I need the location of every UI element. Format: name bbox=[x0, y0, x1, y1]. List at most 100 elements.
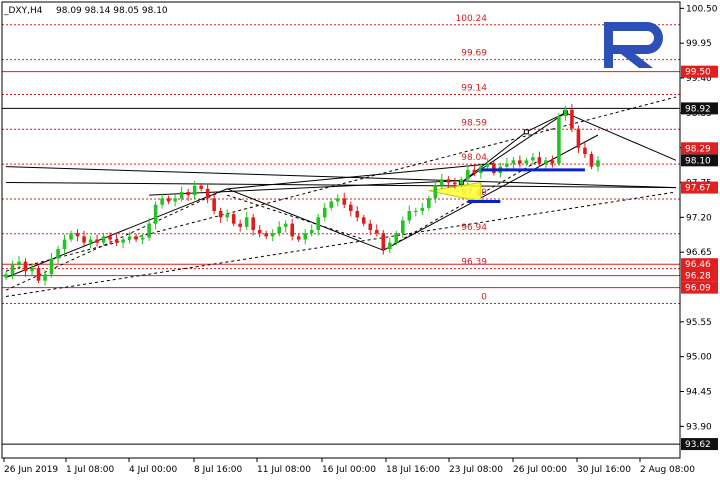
candle-bear bbox=[218, 211, 223, 218]
candle-bull bbox=[531, 157, 535, 161]
candle-bear bbox=[264, 233, 268, 237]
trend-line bbox=[226, 188, 364, 244]
y-tick-label: 93.90 bbox=[686, 422, 712, 432]
x-tick-label: 16 Jul 00:00 bbox=[322, 465, 376, 475]
candle-bear bbox=[75, 233, 80, 237]
candle-bear bbox=[82, 236, 86, 243]
candle-bull bbox=[101, 236, 106, 243]
candle-bear bbox=[570, 109, 574, 129]
candle-bear bbox=[446, 179, 451, 183]
candle-bull bbox=[420, 207, 425, 211]
candle-bear bbox=[199, 185, 203, 189]
fib-label: 98.59 bbox=[461, 118, 487, 128]
candle-bull bbox=[121, 239, 125, 243]
candle-bull bbox=[192, 185, 197, 196]
fib-label: 100.24 bbox=[456, 14, 488, 24]
fib-label: 0 bbox=[481, 292, 487, 302]
candle-bull bbox=[4, 274, 8, 278]
fib-label: 98.04 bbox=[461, 153, 487, 163]
candle-bull bbox=[511, 160, 516, 164]
price-badge-label: 99.50 bbox=[685, 68, 711, 78]
candle-bear bbox=[583, 147, 587, 154]
y-tick-label: 99.95 bbox=[686, 39, 712, 49]
price-badge-label: 96.28 bbox=[685, 272, 711, 282]
fib-label: 96.94 bbox=[461, 223, 487, 233]
candle-bear bbox=[576, 128, 581, 148]
trend-line bbox=[363, 242, 384, 251]
candle-bull bbox=[283, 223, 288, 227]
candle-bear bbox=[23, 261, 28, 272]
candle-bear bbox=[589, 154, 594, 167]
candle-bear bbox=[368, 223, 373, 230]
candle-bull bbox=[316, 217, 321, 230]
candle-bear bbox=[134, 236, 138, 240]
fibonacci-levels: 100.2499.6999.1498.5998.0497.4996.9496.3… bbox=[2, 14, 680, 304]
candle-bull bbox=[244, 217, 249, 227]
price-badge-label: 96.46 bbox=[685, 260, 711, 270]
candle-bull bbox=[329, 201, 334, 208]
candle-bear bbox=[492, 163, 496, 173]
candle-bull bbox=[309, 230, 314, 234]
candle-bear bbox=[108, 236, 112, 240]
candle-bear bbox=[36, 268, 41, 281]
candle-bear bbox=[186, 192, 190, 196]
candle-bear bbox=[472, 169, 477, 173]
candle-bull bbox=[277, 226, 281, 234]
candle-bull bbox=[69, 233, 73, 240]
candle-bull bbox=[179, 192, 184, 199]
price-chart[interactable]: 100.2499.6999.1498.5998.0497.4996.9496.3… bbox=[0, 0, 720, 480]
candle-bull bbox=[459, 179, 464, 185]
x-tick-label: 30 Jul 16:00 bbox=[577, 465, 631, 475]
y-tick-label: 96.65 bbox=[686, 248, 712, 258]
candle-bear bbox=[205, 188, 210, 199]
candle-bull bbox=[127, 236, 132, 240]
candle-bull bbox=[433, 185, 438, 199]
candle-bull bbox=[30, 268, 34, 272]
chart-window[interactable]: 100.2499.6999.1498.5998.0497.4996.9496.3… bbox=[0, 0, 720, 480]
candle-bull bbox=[322, 207, 327, 218]
candle-bull bbox=[43, 274, 47, 281]
candles bbox=[4, 104, 600, 286]
candle-bull bbox=[56, 249, 60, 259]
candle-bear bbox=[537, 157, 542, 164]
candle-bear bbox=[453, 182, 457, 185]
y-tick-label: 94.45 bbox=[686, 388, 712, 398]
logo-bowl bbox=[613, 22, 663, 68]
candle-bear bbox=[381, 233, 386, 249]
candle-bull bbox=[485, 163, 490, 167]
price-badge-label: 98.92 bbox=[685, 104, 711, 114]
x-tick-label: 23 Jul 08:00 bbox=[449, 465, 503, 475]
price-badge-label: 96.09 bbox=[685, 284, 711, 294]
plot-frame bbox=[1, 1, 681, 459]
candle-bull bbox=[427, 198, 431, 208]
roboforex-r-logo bbox=[604, 22, 663, 68]
candle-bull bbox=[401, 220, 405, 234]
trend-line bbox=[565, 112, 677, 161]
candle-bull bbox=[407, 211, 412, 221]
trend-line bbox=[5, 182, 677, 189]
candle-bull bbox=[505, 163, 509, 167]
candle-bull bbox=[394, 233, 399, 243]
candle-bull bbox=[544, 160, 548, 164]
candle-bull bbox=[173, 198, 177, 202]
plot-border bbox=[1, 1, 681, 459]
candle-bear bbox=[238, 223, 242, 227]
candle-bear bbox=[348, 204, 353, 211]
price-badge-label: 98.10 bbox=[685, 156, 711, 166]
candle-bull bbox=[440, 179, 444, 186]
candle-bull bbox=[147, 223, 151, 238]
y-tick-label: 97.20 bbox=[686, 213, 712, 223]
price-badge-label: 93.62 bbox=[685, 440, 711, 450]
candle-bear bbox=[212, 198, 216, 211]
candle-bull bbox=[270, 233, 275, 237]
y-tick-label: 95.55 bbox=[686, 318, 712, 328]
fib-label: 96.39 bbox=[461, 258, 487, 268]
candle-bear bbox=[251, 217, 255, 230]
candle-bull bbox=[414, 211, 418, 212]
channel-line bbox=[383, 159, 540, 251]
candle-bull bbox=[160, 198, 164, 205]
candle-bull bbox=[10, 264, 15, 275]
candle-bull bbox=[596, 160, 600, 167]
candle-bull bbox=[524, 160, 529, 164]
fib-label: 99.14 bbox=[461, 83, 487, 93]
